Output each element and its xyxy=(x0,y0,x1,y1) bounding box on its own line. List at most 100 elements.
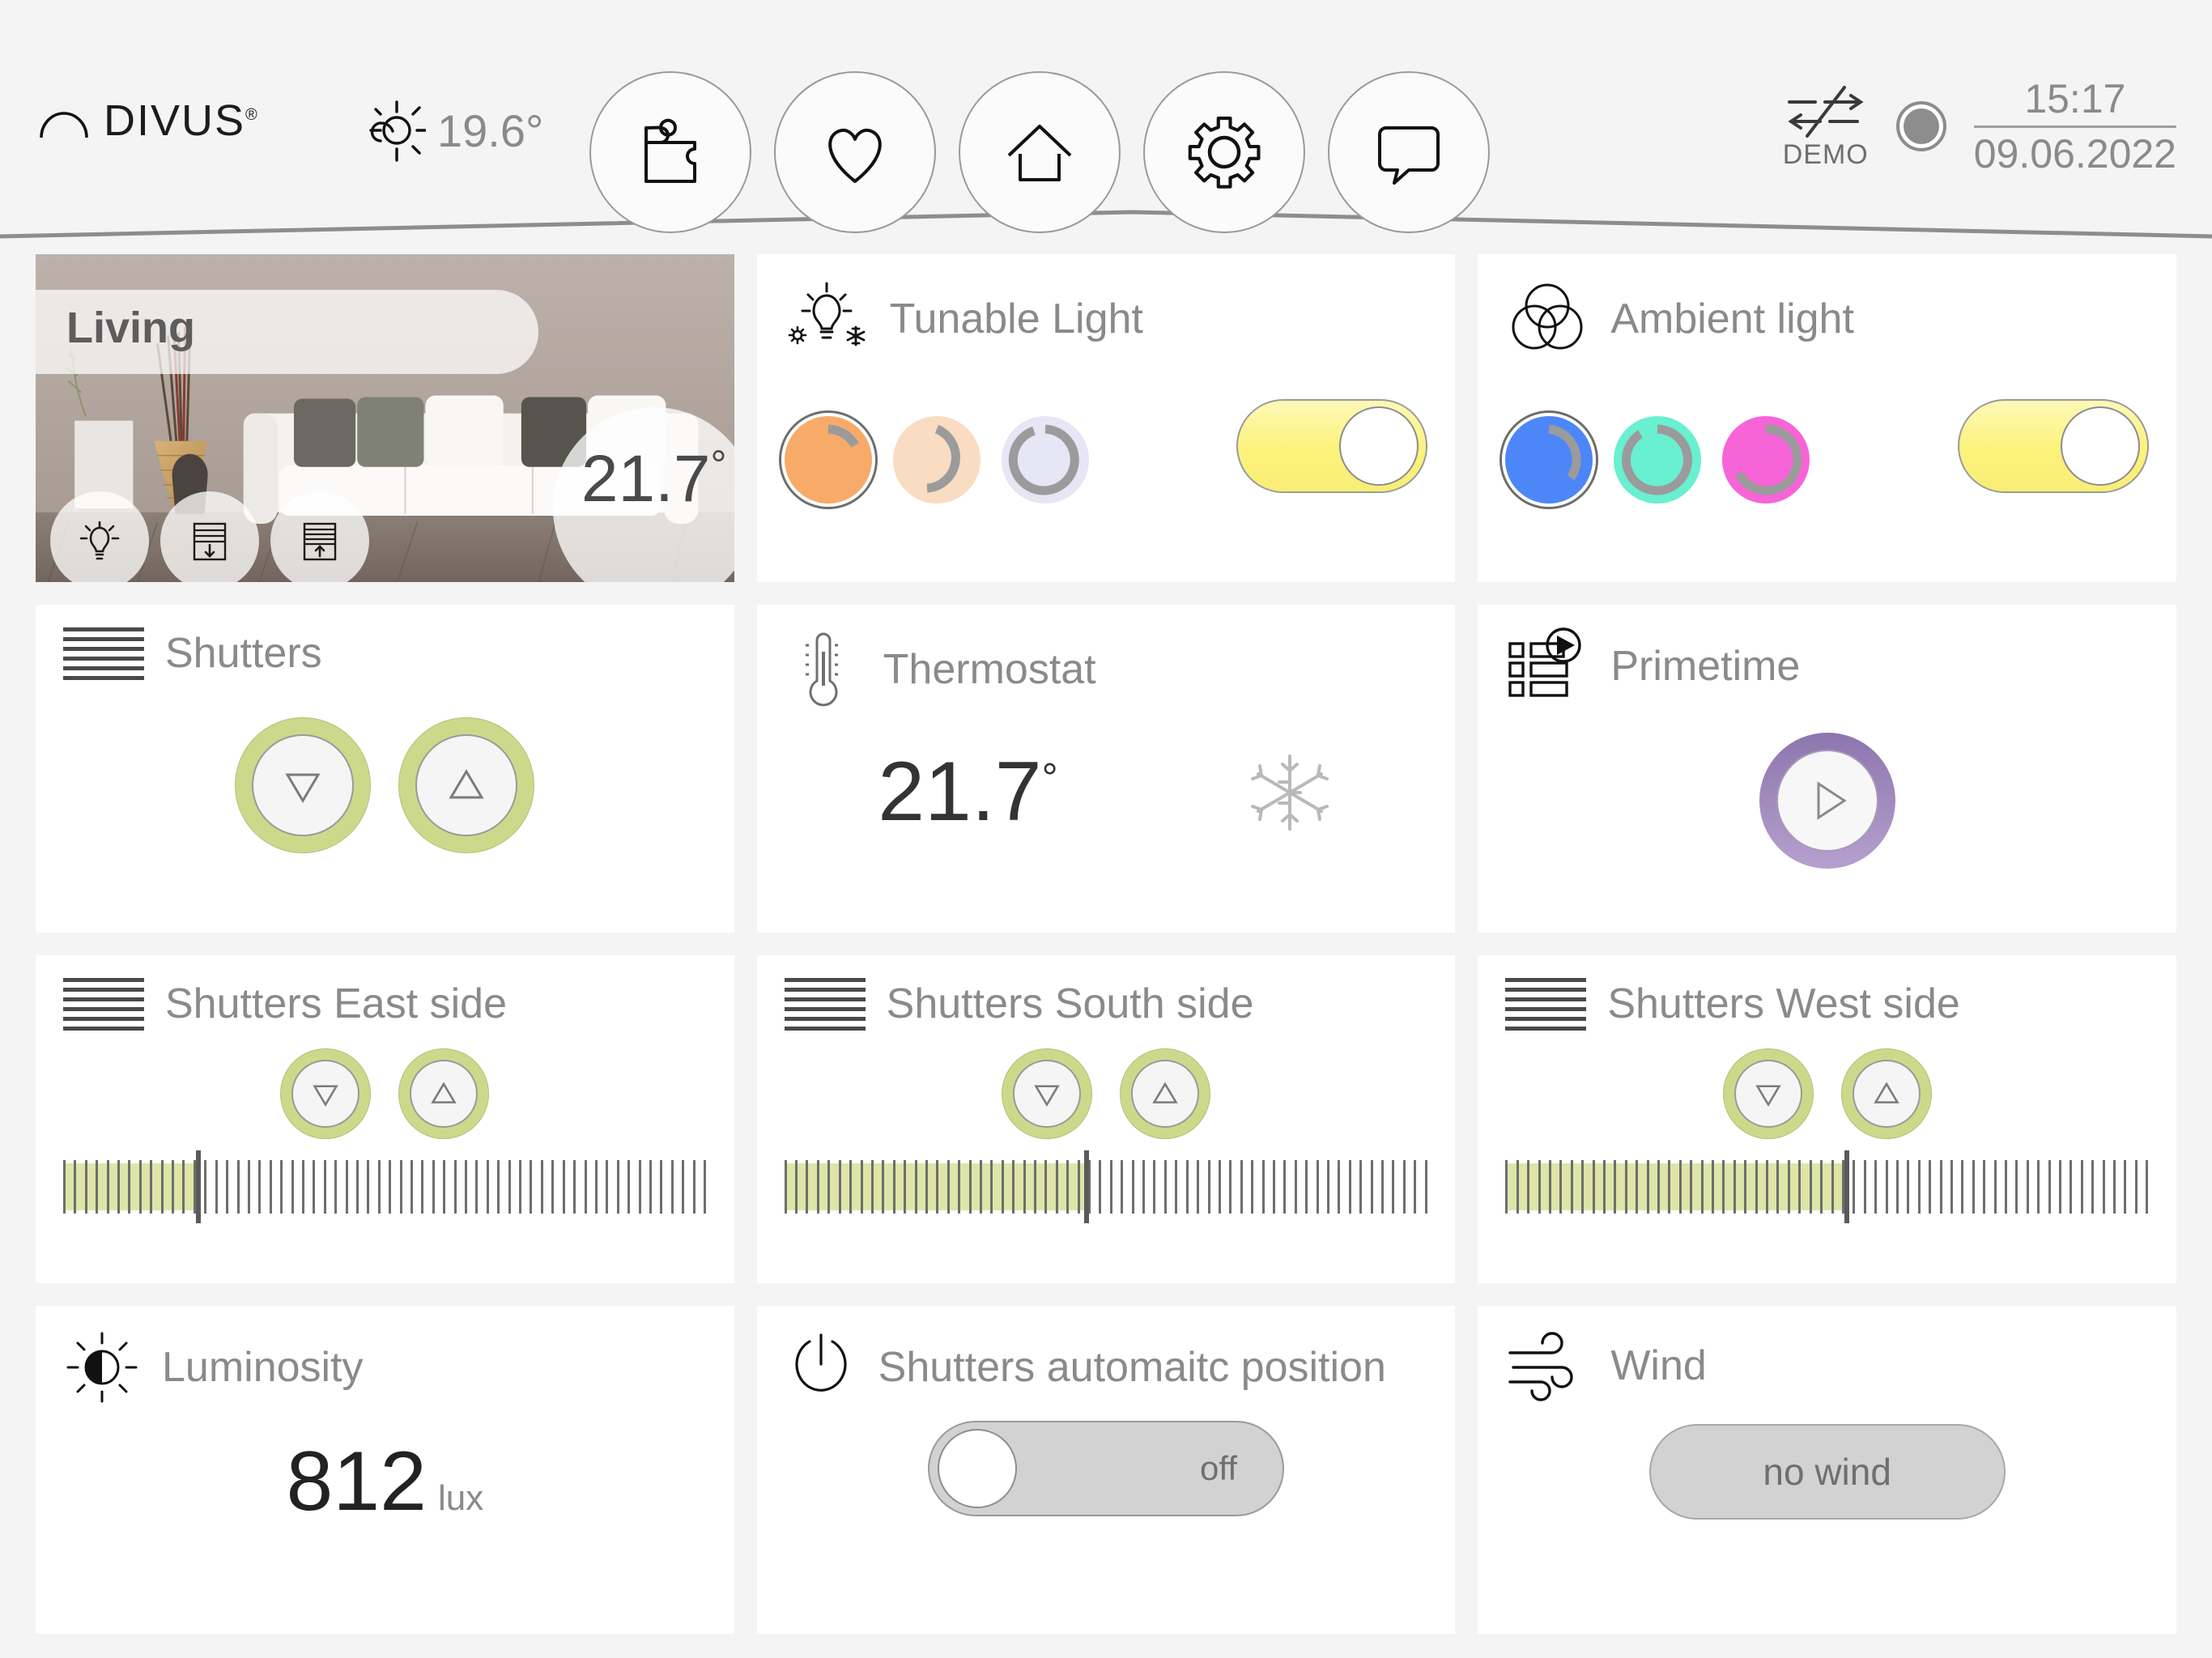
wind-icon xyxy=(1505,1329,1589,1403)
slider-handle[interactable] xyxy=(1844,1150,1849,1223)
primetime-play-button[interactable] xyxy=(1759,733,1895,869)
shutters-south-down-button[interactable] xyxy=(1001,1048,1092,1139)
color-swatch-warm[interactable] xyxy=(784,416,872,504)
shutters-west-up-button[interactable] xyxy=(1840,1048,1932,1139)
nav-button-plugins[interactable] xyxy=(589,71,751,233)
slider-ticks xyxy=(784,1160,1428,1214)
color-swatch-neutral[interactable] xyxy=(892,416,981,504)
shutters-west-title: Shutters West side xyxy=(1607,980,1960,1028)
card-shutters-south[interactable]: Shutters South side xyxy=(756,955,1456,1283)
button-inner xyxy=(1776,750,1878,852)
shutters-up-button[interactable] xyxy=(398,717,535,853)
color-swatch-magenta[interactable] xyxy=(1722,416,1810,504)
card-primetime[interactable]: Primetime xyxy=(1478,605,2176,933)
slider-ticks xyxy=(1505,1160,2149,1214)
tunable-light-toggle[interactable] xyxy=(1236,399,1428,493)
nav-button-messages[interactable] xyxy=(1328,71,1490,233)
card-tunable-light[interactable]: Tunable Light xyxy=(756,254,1456,582)
triangle-up-icon xyxy=(1152,1082,1178,1103)
shutters-east-slider[interactable] xyxy=(63,1150,707,1223)
shutters-auto-toggle-label: off xyxy=(1200,1449,1237,1487)
shutters-south-controls xyxy=(785,1048,1428,1139)
nav-button-settings[interactable] xyxy=(1143,71,1305,233)
level-arc xyxy=(926,424,960,493)
living-shutter-down-button[interactable] xyxy=(160,491,259,582)
rgb-circles-icon xyxy=(1505,277,1589,361)
button-inner xyxy=(1012,1060,1081,1128)
speech-bubble-icon xyxy=(1378,126,1440,185)
luminosity-readout: 812 lux xyxy=(63,1434,707,1530)
card-shutters[interactable]: Shutters xyxy=(36,605,734,933)
shutters-east-up-button[interactable] xyxy=(398,1048,490,1139)
weather-widget: 19.6° xyxy=(356,96,543,165)
card-ambient-light[interactable]: Ambient light xyxy=(1478,254,2176,582)
card-thermostat[interactable]: Thermostat 21.7° xyxy=(756,605,1456,933)
triangle-up-icon xyxy=(431,1082,457,1103)
thermostat-value: 21.7° xyxy=(878,745,1058,839)
power-icon xyxy=(785,1329,857,1406)
tunable-bulb-icon xyxy=(785,277,869,361)
card-wind[interactable]: Wind no wind xyxy=(1478,1306,2176,1634)
living-temperature-value: 21.7 xyxy=(581,442,711,516)
main-navigation xyxy=(589,71,1490,233)
shutter-lines-icon xyxy=(784,978,866,1031)
dashboard-grid: Living 21.7 ° Tunable Light Ambient ligh… xyxy=(0,243,2212,1658)
wind-status-text: no wind xyxy=(1763,1451,1891,1493)
living-degree-symbol: ° xyxy=(710,442,727,487)
thermometer-icon xyxy=(785,627,862,712)
shutter-lines-icon xyxy=(1505,978,1587,1031)
living-light-button[interactable] xyxy=(50,491,149,582)
shutters-west-down-button[interactable] xyxy=(1722,1048,1814,1139)
card-luminosity[interactable]: Luminosity 812 lux xyxy=(36,1306,734,1634)
shutters-east-controls xyxy=(63,1048,707,1139)
luminosity-value: 812 xyxy=(286,1435,427,1528)
demo-label: DEMO xyxy=(1782,138,1869,170)
shutter-lines-icon xyxy=(63,978,144,1031)
slider-handle[interactable] xyxy=(195,1150,201,1223)
shutters-south-up-button[interactable] xyxy=(1119,1048,1210,1139)
slider-handle[interactable] xyxy=(1084,1150,1090,1223)
gear-icon xyxy=(1188,117,1261,189)
primetime-title: Primetime xyxy=(1610,642,1801,690)
level-arc xyxy=(1008,424,1079,495)
clock-date: 09.06.2022 xyxy=(1973,130,2176,176)
color-swatch-cyan[interactable] xyxy=(1614,416,1702,504)
card-shutters-east[interactable]: Shutters East side xyxy=(36,955,734,1283)
nav-button-favorites[interactable] xyxy=(774,71,936,233)
button-inner xyxy=(415,734,518,836)
card-shutters-west[interactable]: Shutters West side xyxy=(1478,955,2176,1283)
connection-status-indicator[interactable] xyxy=(1895,101,1946,151)
shutters-title: Shutters xyxy=(165,630,322,678)
shutter-up-icon xyxy=(303,522,337,561)
ambient-light-swatches xyxy=(1505,416,1810,504)
thermostat-readout: 21.7° xyxy=(785,744,1428,840)
shutters-down-button[interactable] xyxy=(235,717,372,853)
shutters-south-title: Shutters South side xyxy=(886,980,1254,1028)
nav-button-home[interactable] xyxy=(959,71,1121,233)
living-shutter-up-button[interactable] xyxy=(270,491,369,582)
ambient-light-toggle[interactable] xyxy=(1958,399,2149,493)
slider-ticks xyxy=(63,1160,707,1214)
card-shutters-auto-position[interactable]: Shutters automaitc position off xyxy=(756,1306,1456,1634)
shutters-controls xyxy=(63,717,707,853)
ambient-light-title: Ambient light xyxy=(1610,295,1854,342)
sync-disabled-icon xyxy=(1787,85,1864,138)
level-arc xyxy=(1735,424,1802,495)
thermostat-title: Thermostat xyxy=(883,645,1096,693)
button-inner xyxy=(291,1060,360,1128)
demo-indicator[interactable]: DEMO xyxy=(1783,83,1869,171)
card-living-room[interactable]: Living 21.7 ° xyxy=(36,254,734,582)
color-swatch-cool[interactable] xyxy=(1001,416,1089,504)
shutters-auto-toggle[interactable]: off xyxy=(927,1421,1284,1516)
color-swatch-blue[interactable] xyxy=(1505,416,1593,504)
shutter-lines-icon xyxy=(63,627,144,680)
shutters-west-slider[interactable] xyxy=(1505,1150,2149,1223)
triangle-up-icon xyxy=(1873,1082,1899,1103)
shutters-south-slider[interactable] xyxy=(784,1150,1428,1223)
level-arc xyxy=(1548,424,1581,481)
shutters-east-down-button[interactable] xyxy=(280,1048,372,1139)
outdoor-temperature: 19.6° xyxy=(437,104,544,156)
triangle-down-icon xyxy=(1755,1085,1781,1107)
button-inner xyxy=(410,1060,479,1128)
scene-list-icon xyxy=(1505,627,1589,705)
